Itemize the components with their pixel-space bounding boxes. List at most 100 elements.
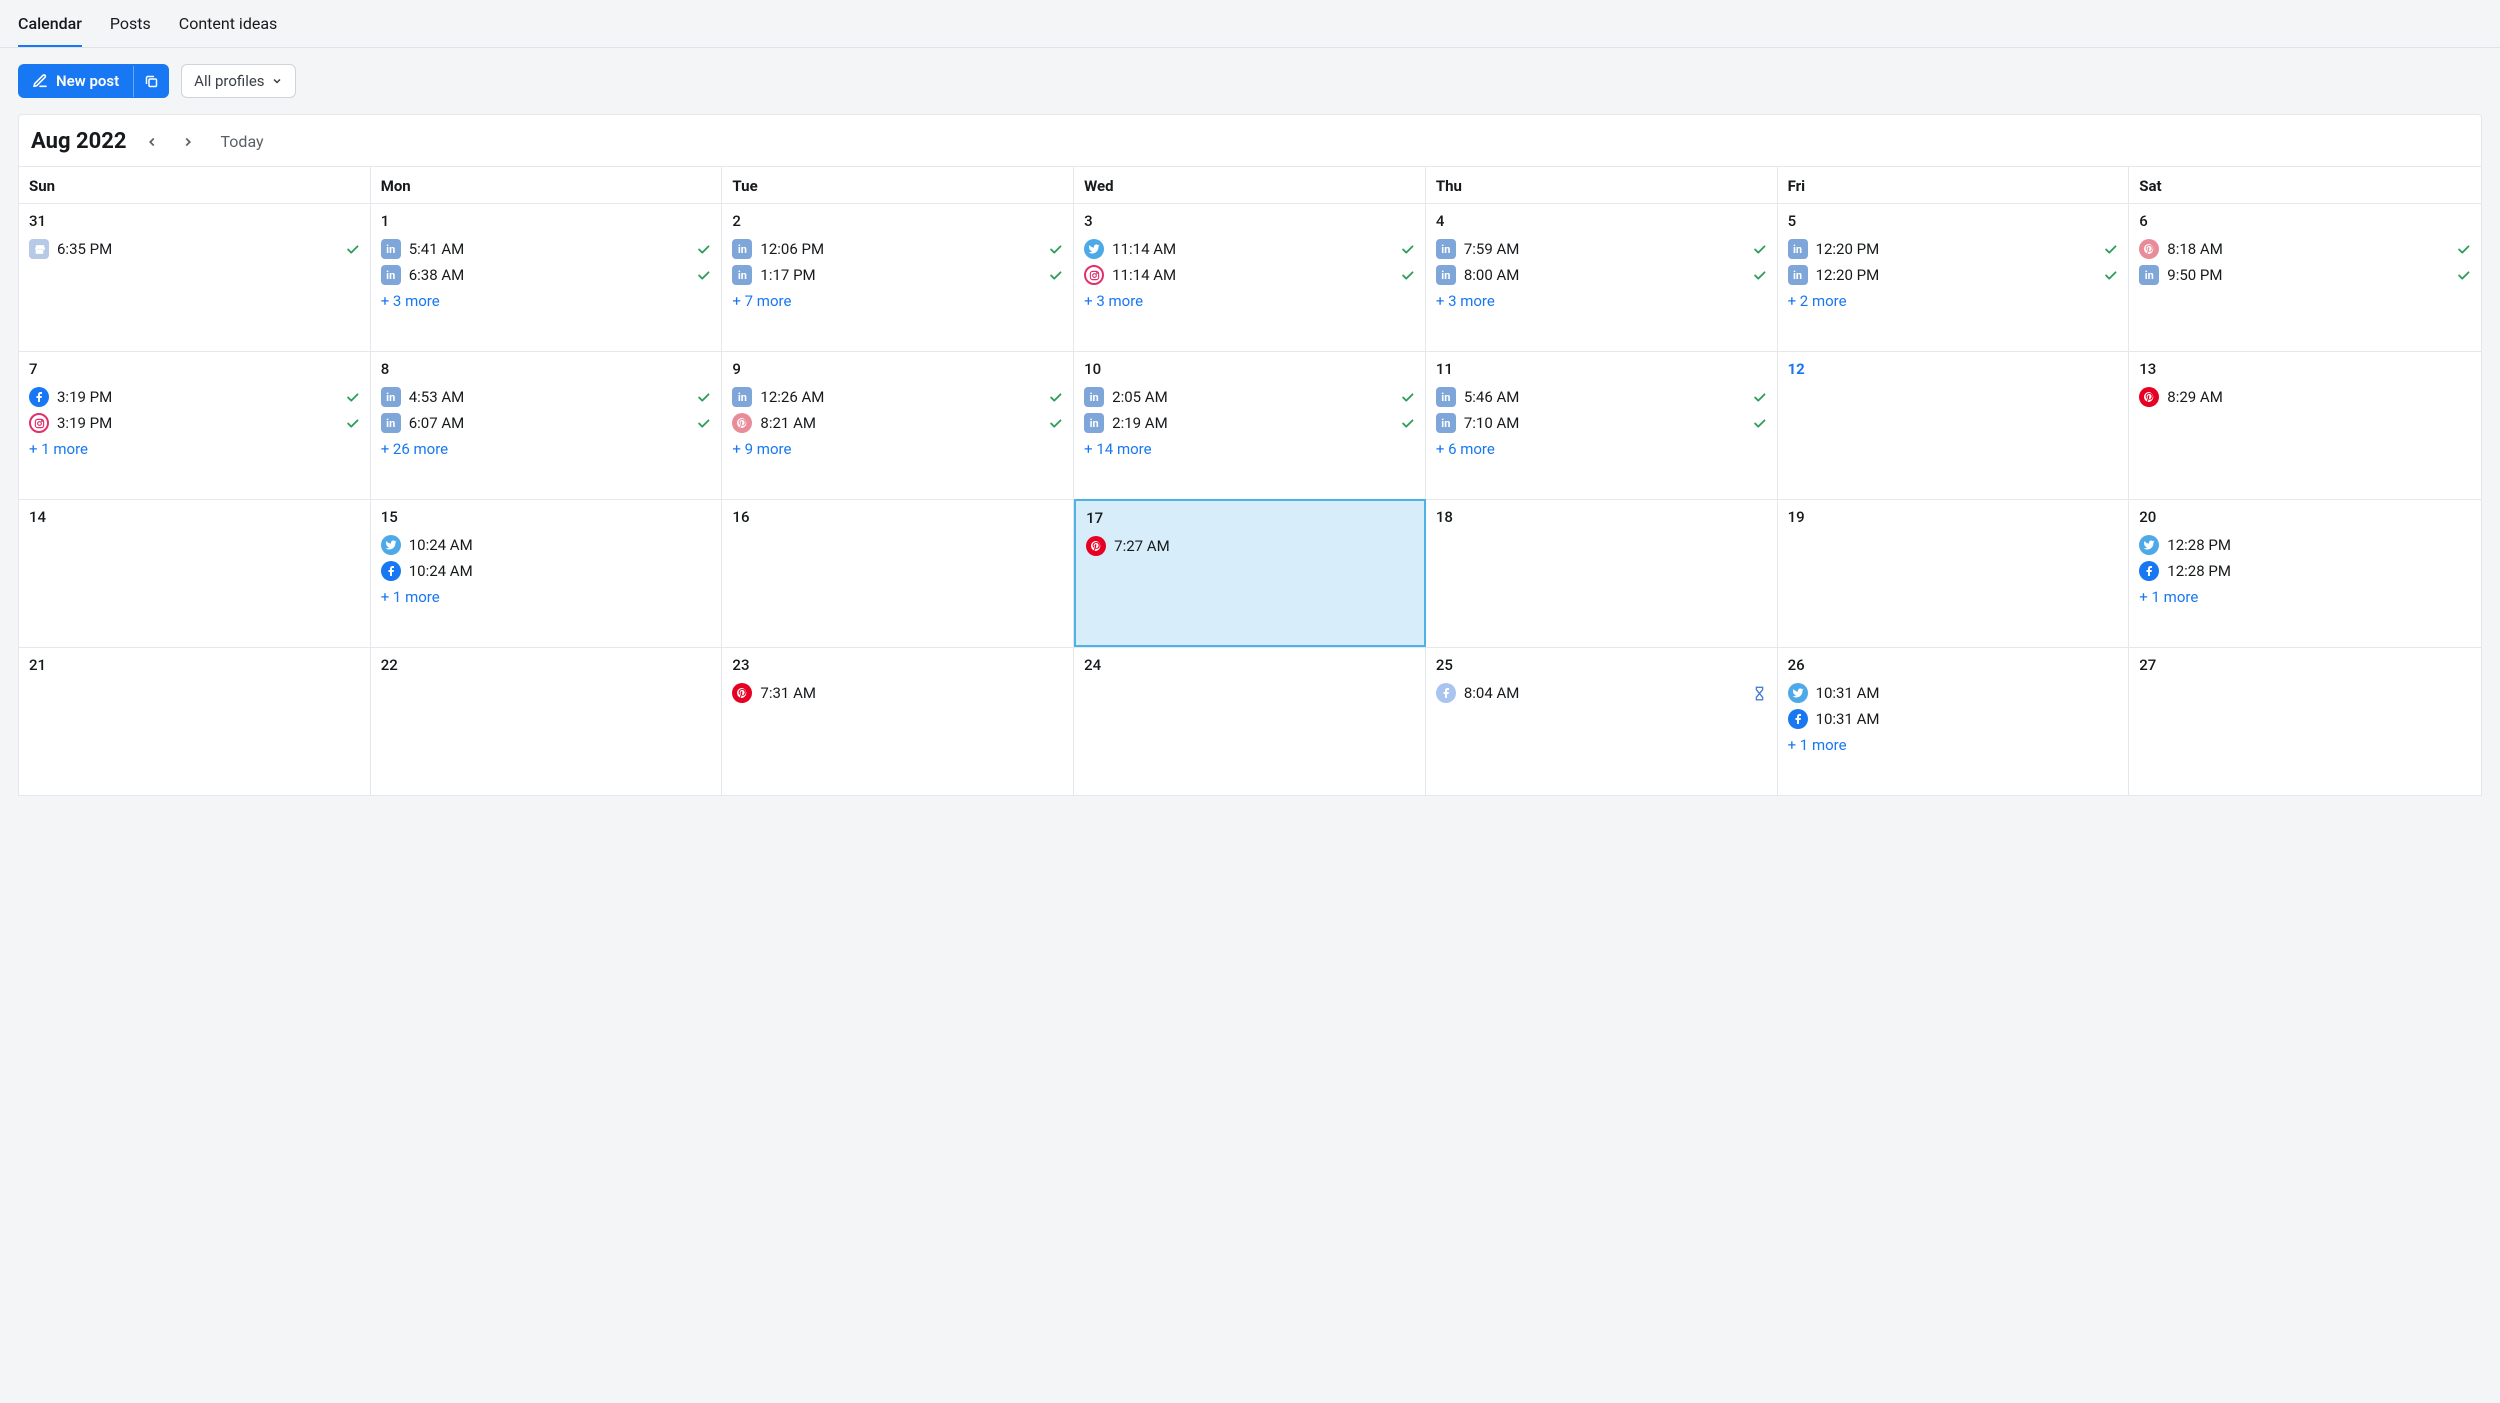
scheduled-post[interactable]: 8:29 AM <box>2139 384 2471 410</box>
scheduled-post[interactable]: 3:19 PM <box>29 410 360 436</box>
calendar-day[interactable]: 68:18 AMin9:50 PM <box>2129 203 2481 351</box>
calendar-day[interactable]: 2in12:06 PMin1:17 PM+ 7 more <box>722 203 1074 351</box>
calendar-day[interactable]: 16 <box>722 499 1074 647</box>
gmb-icon <box>29 239 49 259</box>
chevron-down-icon <box>271 75 283 87</box>
calendar-day[interactable]: 138:29 AM <box>2129 351 2481 499</box>
more-posts-link[interactable]: + 3 more <box>381 288 712 310</box>
calendar-day[interactable]: 11in5:46 AMin7:10 AM+ 6 more <box>1426 351 1778 499</box>
scheduled-post[interactable]: in6:38 AM <box>381 262 712 288</box>
day-number: 9 <box>732 360 1063 378</box>
prev-month-button[interactable] <box>141 131 163 153</box>
scheduled-post[interactable]: 11:14 AM <box>1084 236 1415 262</box>
calendar-day[interactable]: 1in5:41 AMin6:38 AM+ 3 more <box>371 203 723 351</box>
more-posts-link[interactable]: + 14 more <box>1084 436 1415 458</box>
scheduled-post[interactable]: in7:10 AM <box>1436 410 1767 436</box>
day-number: 17 <box>1086 509 1414 527</box>
scheduled-post[interactable]: in5:41 AM <box>381 236 712 262</box>
check-icon <box>1400 416 1415 431</box>
more-posts-link[interactable]: + 1 more <box>29 436 360 458</box>
calendar-day[interactable]: 311:14 AM11:14 AM+ 3 more <box>1074 203 1426 351</box>
calendar-day[interactable]: 1510:24 AM10:24 AM+ 1 more <box>371 499 723 647</box>
calendar-day[interactable]: 4in7:59 AMin8:00 AM+ 3 more <box>1426 203 1778 351</box>
scheduled-post[interactable]: 10:24 AM <box>381 532 712 558</box>
more-posts-link[interactable]: + 1 more <box>381 584 712 606</box>
facebook-icon <box>1788 709 1808 729</box>
calendar-day[interactable]: 17 7:27 AM <box>1074 499 1426 647</box>
scheduled-post[interactable]: in8:00 AM <box>1436 262 1767 288</box>
scheduled-post[interactable]: in1:17 PM <box>732 262 1063 288</box>
more-posts-link[interactable]: + 9 more <box>732 436 1063 458</box>
calendar-day[interactable]: 14 <box>19 499 371 647</box>
scheduled-post[interactable]: 8:21 AM <box>732 410 1063 436</box>
scheduled-post[interactable]: 3:19 PM <box>29 384 360 410</box>
calendar-day[interactable]: 19 <box>1778 499 2130 647</box>
today-button[interactable]: Today <box>221 132 264 151</box>
day-number: 3 <box>1084 212 1415 230</box>
calendar-day[interactable]: 18 <box>1426 499 1778 647</box>
more-posts-link[interactable]: + 1 more <box>2139 584 2471 606</box>
scheduled-post[interactable]: 11:14 AM <box>1084 262 1415 288</box>
more-posts-link[interactable]: + 26 more <box>381 436 712 458</box>
calendar-day[interactable]: 27 <box>2129 647 2481 795</box>
instagram-icon <box>29 413 49 433</box>
calendar-day[interactable]: 24 <box>1074 647 1426 795</box>
tab-posts[interactable]: Posts <box>110 14 151 47</box>
scheduled-post[interactable]: in12:20 PM <box>1788 236 2119 262</box>
calendar-day[interactable]: 237:31 AM <box>722 647 1074 795</box>
scheduled-post[interactable]: 10:24 AM <box>381 558 712 584</box>
day-number: 8 <box>381 360 712 378</box>
check-icon <box>696 416 711 431</box>
scheduled-post[interactable]: 12:28 PM <box>2139 532 2471 558</box>
new-post-button[interactable]: New post <box>18 64 133 98</box>
scheduled-post[interactable]: 10:31 AM <box>1788 680 2119 706</box>
scheduled-post[interactable]: in2:05 AM <box>1084 384 1415 410</box>
scheduled-post[interactable]: in2:19 AM <box>1084 410 1415 436</box>
calendar-day[interactable]: 8 in4:53 AMin6:07 AM+ 26 more <box>371 351 723 499</box>
calendar-day[interactable]: 5in12:20 PMin12:20 PM+ 2 more <box>1778 203 2130 351</box>
scheduled-post[interactable]: 8:18 AM <box>2139 236 2471 262</box>
profiles-filter[interactable]: All profiles <box>181 64 295 98</box>
calendar-day[interactable]: 22 <box>371 647 723 795</box>
scheduled-post[interactable]: 8:04 AM <box>1436 680 1767 706</box>
post-time: 7:59 AM <box>1464 240 1744 258</box>
calendar-day[interactable]: 2012:28 PM12:28 PM+ 1 more <box>2129 499 2481 647</box>
facebook-icon <box>2139 561 2159 581</box>
calendar-day[interactable]: 73:19 PM3:19 PM+ 1 more <box>19 351 371 499</box>
calendar-day[interactable]: 2610:31 AM10:31 AM+ 1 more <box>1778 647 2130 795</box>
tab-content-ideas[interactable]: Content ideas <box>179 14 278 47</box>
scheduled-post[interactable]: in4:53 AM <box>381 384 712 410</box>
more-posts-link[interactable]: + 6 more <box>1436 436 1767 458</box>
more-posts-link[interactable]: + 7 more <box>732 288 1063 310</box>
calendar-day[interactable]: 21 <box>19 647 371 795</box>
scheduled-post[interactable]: in5:46 AM <box>1436 384 1767 410</box>
scheduled-post[interactable]: in9:50 PM <box>2139 262 2471 288</box>
scheduled-post[interactable]: in6:07 AM <box>381 410 712 436</box>
post-time: 10:24 AM <box>409 536 712 554</box>
calendar-day[interactable]: 316:35 PM <box>19 203 371 351</box>
pinterest-icon <box>2139 239 2159 259</box>
scheduled-post[interactable]: in7:59 AM <box>1436 236 1767 262</box>
calendar-day[interactable]: 9 in12:26 AM8:21 AM+ 9 more <box>722 351 1074 499</box>
more-posts-link[interactable]: + 3 more <box>1084 288 1415 310</box>
new-post-dropdown[interactable] <box>133 66 169 97</box>
more-posts-link[interactable]: + 3 more <box>1436 288 1767 310</box>
scheduled-post[interactable]: 7:31 AM <box>732 680 1063 706</box>
more-posts-link[interactable]: + 2 more <box>1788 288 2119 310</box>
scheduled-post[interactable]: 10:31 AM <box>1788 706 2119 732</box>
scheduled-post[interactable]: in12:20 PM <box>1788 262 2119 288</box>
calendar-day[interactable]: 10in2:05 AMin2:19 AM+ 14 more <box>1074 351 1426 499</box>
scheduled-post[interactable]: 12:28 PM <box>2139 558 2471 584</box>
scheduled-post[interactable]: 6:35 PM <box>29 236 360 262</box>
scheduled-post[interactable]: in12:06 PM <box>732 236 1063 262</box>
scheduled-post[interactable]: in12:26 AM <box>732 384 1063 410</box>
tab-calendar[interactable]: Calendar <box>18 14 82 47</box>
calendar-day[interactable]: 258:04 AM <box>1426 647 1778 795</box>
post-time: 11:14 AM <box>1112 240 1392 258</box>
calendar-day[interactable]: 12 <box>1778 351 2130 499</box>
day-number: 15 <box>381 508 712 526</box>
next-month-button[interactable] <box>177 131 199 153</box>
more-posts-link[interactable]: + 1 more <box>1788 732 2119 754</box>
post-time: 10:31 AM <box>1816 684 2119 702</box>
scheduled-post[interactable]: 7:27 AM <box>1086 533 1414 559</box>
